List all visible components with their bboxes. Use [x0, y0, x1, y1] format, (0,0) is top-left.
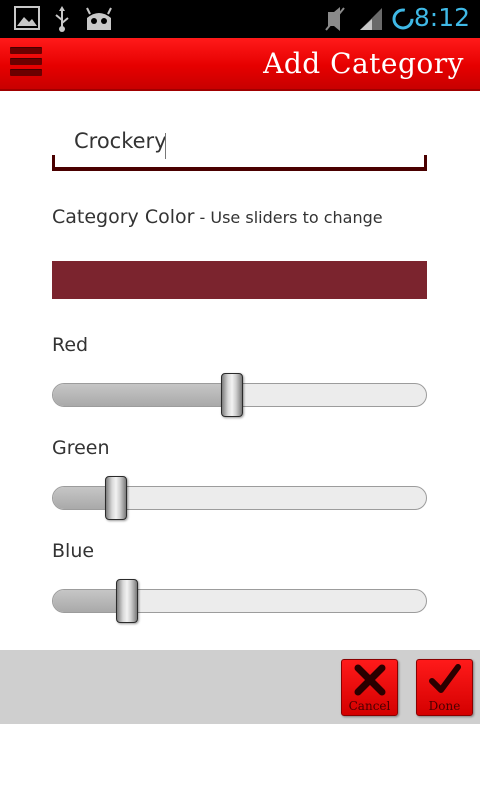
text-cursor — [165, 133, 166, 159]
category-name-input[interactable] — [74, 129, 414, 153]
green-slider-label: Green — [52, 437, 110, 459]
red-slider[interactable] — [52, 373, 427, 417]
input-underline-right — [424, 155, 427, 171]
signal-icon — [360, 8, 382, 30]
mute-icon — [325, 7, 345, 31]
slider-thumb[interactable] — [116, 579, 138, 623]
input-underline — [52, 167, 427, 171]
usb-icon — [55, 6, 69, 32]
menu-icon[interactable] — [10, 47, 42, 81]
status-bar: 8:12 — [0, 0, 480, 38]
slider-fill — [53, 384, 233, 406]
checkmark-icon — [429, 664, 461, 693]
green-slider[interactable] — [52, 476, 427, 520]
slider-thumb[interactable] — [104, 476, 127, 520]
cancel-button[interactable]: Cancel — [341, 659, 398, 716]
page-title: Add Category — [263, 47, 464, 80]
input-underline-left — [52, 155, 55, 171]
done-button-label: Done — [428, 699, 461, 713]
action-bar: Add Category — [0, 38, 480, 91]
clock: 8:12 — [413, 3, 470, 32]
blue-slider-label: Blue — [52, 540, 95, 562]
bottom-action-bar: Cancel Done — [0, 650, 480, 724]
cancel-button-label: Cancel — [348, 699, 391, 713]
red-slider-label: Red — [52, 334, 89, 356]
slider-track[interactable] — [52, 589, 427, 613]
category-color-label: Category Color - Use sliders to change — [52, 206, 383, 228]
category-color-title: Category Color — [52, 206, 195, 228]
sync-icon — [392, 8, 414, 30]
close-icon — [354, 664, 386, 696]
image-icon — [14, 6, 40, 30]
category-name-field[interactable] — [52, 125, 427, 171]
blue-slider[interactable] — [52, 579, 427, 623]
slider-thumb[interactable] — [221, 373, 243, 417]
android-robot-icon — [86, 7, 112, 30]
color-preview-swatch — [52, 261, 427, 299]
done-button[interactable]: Done — [416, 659, 473, 716]
category-color-hint: - Use sliders to change — [194, 208, 383, 227]
